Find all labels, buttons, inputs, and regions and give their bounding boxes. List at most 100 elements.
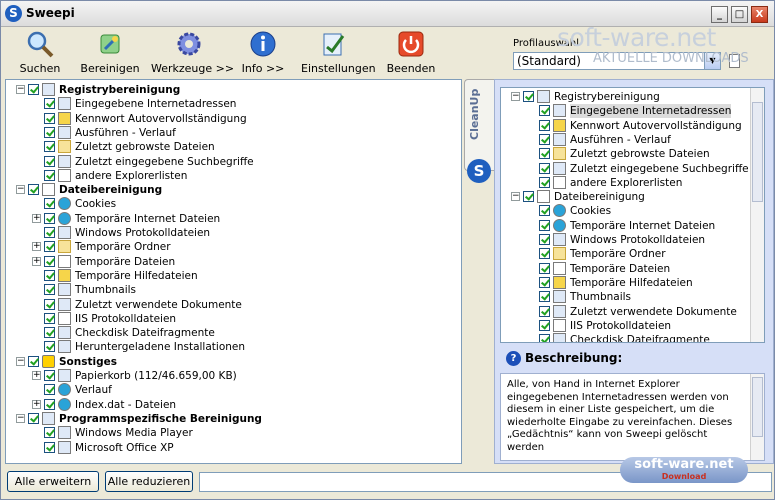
tree-row[interactable]: Cookies — [6, 197, 461, 211]
tree-row[interactable]: Eingegebene Internetadressen — [501, 104, 764, 119]
checkbox[interactable] — [539, 248, 550, 260]
category-tree[interactable]: − Registrybereinigung Eingegebene Internet… — [5, 79, 462, 464]
checkbox[interactable] — [44, 141, 55, 153]
tree-row[interactable]: Ausführen - Verlauf — [501, 132, 764, 147]
tree-row[interactable]: Zuletzt verwendete Dokumente — [501, 304, 764, 319]
tree-row[interactable]: Temporäre Dateien — [501, 261, 764, 276]
checkbox[interactable] — [44, 126, 55, 138]
checkbox[interactable] — [44, 312, 55, 324]
checkbox[interactable] — [539, 291, 550, 303]
tree-row[interactable]: − Dateibereinigung — [6, 183, 461, 197]
checkbox[interactable] — [539, 276, 550, 288]
expand-icon[interactable]: + — [32, 242, 41, 252]
tree-row[interactable]: Temporäre Ordner — [501, 247, 764, 261]
checkbox[interactable] — [28, 355, 39, 367]
description-scrollbar[interactable] — [750, 374, 764, 460]
checkbox[interactable] — [539, 319, 550, 331]
tree-row[interactable]: Zuletzt eingegebene Suchbegriffe — [6, 154, 461, 169]
checkbox[interactable] — [44, 98, 55, 110]
checkbox[interactable] — [44, 227, 55, 238]
tree-row[interactable]: + Temporäre Internet Dateien — [6, 211, 461, 226]
expand-icon[interactable]: + — [32, 213, 41, 223]
tree-row[interactable]: + Temporäre Ordner — [6, 240, 461, 254]
collapse-all-button[interactable]: Alle reduzieren — [105, 471, 193, 492]
checkbox[interactable] — [44, 198, 55, 210]
tree-row[interactable]: + Temporäre Dateien — [6, 254, 461, 269]
collapse-icon[interactable]: − — [511, 192, 520, 202]
tree-row[interactable]: − Dateibereinigung — [501, 190, 764, 204]
tree-row[interactable]: Zuletzt verwendete Dokumente — [6, 297, 461, 312]
checkbox[interactable] — [28, 184, 39, 196]
checkbox[interactable] — [44, 427, 55, 439]
checkbox[interactable] — [44, 169, 55, 181]
checkbox[interactable] — [44, 212, 55, 224]
tab-cleanup[interactable]: CleanUp — [464, 79, 494, 171]
info-button[interactable]: Info >> — [235, 29, 291, 77]
checkbox[interactable] — [44, 298, 55, 310]
tree-row[interactable]: Ausführen - Verlauf — [6, 125, 461, 140]
checkbox[interactable] — [539, 119, 550, 131]
checkbox[interactable] — [44, 255, 55, 267]
maximize-button[interactable]: □ — [731, 6, 748, 23]
collapse-icon[interactable]: − — [16, 356, 25, 366]
checkbox[interactable] — [539, 176, 550, 188]
tree-row[interactable]: Windows Media Player — [6, 426, 461, 440]
tree-row[interactable]: Cookies — [501, 204, 764, 218]
checkbox[interactable] — [539, 133, 550, 145]
checkbox[interactable] — [539, 262, 550, 274]
checkbox[interactable] — [44, 398, 55, 410]
tree-row[interactable]: Zuletzt gebrowste Dateien — [501, 147, 764, 161]
checkbox[interactable] — [44, 327, 55, 339]
tree-row[interactable]: andere Explorerlisten — [6, 168, 461, 183]
checkbox[interactable] — [44, 370, 55, 381]
tree-row[interactable]: − Registrybereinigung — [6, 83, 461, 97]
tree-row[interactable]: − Programmspezifische Bereinigung — [6, 411, 461, 426]
checkbox[interactable] — [44, 284, 55, 296]
checkbox[interactable] — [44, 341, 55, 353]
checkbox[interactable] — [44, 241, 55, 253]
tree-row[interactable]: Thumbnails — [6, 283, 461, 297]
collapse-icon[interactable]: − — [511, 92, 520, 101]
tree-row[interactable]: + Index.dat - Dateien — [6, 397, 461, 412]
checkbox[interactable] — [539, 219, 550, 231]
bereinigen-button[interactable]: Bereinigen — [79, 29, 141, 77]
tree-row[interactable]: + Papierkorb (112/46.659,00 KB) — [6, 369, 461, 383]
minimize-button[interactable]: _ — [711, 6, 728, 23]
checkbox[interactable] — [539, 234, 550, 245]
einstellungen-button[interactable]: Einstellungen — [301, 29, 376, 77]
checkbox[interactable] — [44, 384, 55, 396]
close-button[interactable]: X — [751, 6, 768, 23]
tree-row[interactable]: − Sonstiges — [6, 354, 461, 369]
beenden-button[interactable]: Beenden — [383, 29, 439, 77]
tree-row[interactable]: Zuletzt eingegebene Suchbegriffe — [501, 161, 764, 176]
checkbox[interactable] — [539, 105, 550, 117]
tree-row[interactable]: Zuletzt gebrowste Dateien — [6, 140, 461, 154]
checkbox[interactable] — [28, 412, 39, 424]
checkbox[interactable] — [44, 155, 55, 167]
tree-row[interactable]: Checkdisk Dateifragmente — [501, 333, 764, 342]
tree-row[interactable]: andere Explorerlisten — [501, 175, 764, 190]
checkbox[interactable] — [523, 91, 534, 102]
expand-all-button[interactable]: Alle erweitern — [7, 471, 99, 492]
tree-row[interactable]: Windows Protokolldateien — [6, 226, 461, 240]
collapse-icon[interactable]: − — [16, 413, 25, 423]
collapse-icon[interactable]: − — [16, 185, 25, 195]
scrollbar-thumb[interactable] — [752, 377, 763, 437]
suchen-button[interactable]: Suchen — [9, 29, 71, 77]
checkbox[interactable] — [44, 112, 55, 124]
tree-row[interactable]: IIS Protokolldateien — [6, 311, 461, 326]
checkbox[interactable] — [539, 148, 550, 160]
checkbox[interactable] — [523, 191, 534, 203]
checkbox[interactable] — [539, 162, 550, 174]
tree-row[interactable]: Kennwort Autovervollständigung — [501, 118, 764, 133]
checkbox[interactable] — [539, 205, 550, 217]
checkbox[interactable] — [44, 269, 55, 281]
expand-icon[interactable]: + — [32, 371, 41, 380]
tree-row[interactable]: Thumbnails — [501, 290, 764, 304]
tree-row[interactable]: Temporäre Hilfedateien — [501, 275, 764, 290]
tree-row[interactable]: Windows Protokolldateien — [501, 233, 764, 247]
tree-row[interactable]: − Registrybereinigung — [501, 90, 764, 104]
expand-icon[interactable]: + — [32, 399, 41, 409]
tree-row[interactable]: IIS Protokolldateien — [501, 318, 764, 333]
tree-row[interactable]: Checkdisk Dateifragmente — [6, 326, 461, 340]
